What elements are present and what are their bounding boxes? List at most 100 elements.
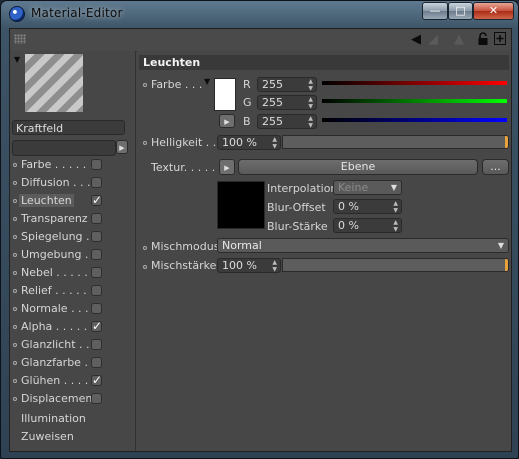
channel-checkbox[interactable] bbox=[91, 267, 102, 278]
mix-mode-dropdown[interactable]: Normal ▼ bbox=[217, 238, 509, 253]
channel-item[interactable]: Relief . . . . . . bbox=[11, 283, 105, 299]
toolbar: ◀ ◢ ▲ bbox=[10, 29, 511, 52]
spinner-icon[interactable]: ▲ ▼ bbox=[272, 136, 277, 150]
channel-item[interactable]: Leuchten ✓ bbox=[11, 193, 105, 209]
material-search-field[interactable] bbox=[12, 140, 116, 156]
blur-offset-value: 0 % bbox=[338, 200, 359, 213]
channel-label: Alpha . . . . . . bbox=[21, 320, 95, 333]
channel-anim-dot[interactable] bbox=[13, 379, 17, 383]
channel-item[interactable]: Glanzfarbe . . bbox=[11, 355, 105, 371]
channel-anim-dot[interactable] bbox=[13, 325, 17, 329]
editor-client-area: ◀ ◢ ▲ ▼ Kraftfeld ▶ Farbe . . . . . . Dif… bbox=[9, 28, 512, 452]
channel-anim-dot[interactable] bbox=[13, 307, 17, 311]
color-swatch[interactable] bbox=[214, 78, 236, 111]
channel-anim-dot[interactable] bbox=[13, 361, 17, 365]
color-menu-icon[interactable]: ▼ bbox=[204, 77, 210, 86]
brightness-slider[interactable] bbox=[282, 135, 509, 149]
expand-arrow-icon[interactable]: ▶ bbox=[116, 140, 128, 154]
channel-anim-dot[interactable] bbox=[13, 199, 17, 203]
texture-more-button[interactable]: ... bbox=[482, 159, 509, 175]
mix-mode-anim-dot[interactable] bbox=[143, 246, 147, 250]
material-preview[interactable] bbox=[25, 54, 83, 112]
channel-label: Leuchten bbox=[19, 194, 74, 207]
mix-strength-slider[interactable] bbox=[282, 258, 509, 272]
spinner-icon[interactable]: ▲ ▼ bbox=[308, 96, 313, 110]
channel-checkbox[interactable]: ✓ bbox=[91, 320, 102, 332]
spinner-icon[interactable]: ▲ ▼ bbox=[272, 259, 277, 273]
channel-item[interactable]: Normale . . . . bbox=[11, 301, 105, 317]
maximize-button[interactable]: □ bbox=[448, 2, 473, 20]
channel-checkbox[interactable] bbox=[91, 249, 102, 260]
channel-anim-dot[interactable] bbox=[13, 181, 17, 185]
new-window-icon[interactable] bbox=[494, 32, 506, 48]
channel-checkbox[interactable] bbox=[91, 393, 102, 404]
channel-checkbox[interactable] bbox=[91, 339, 102, 350]
channel-item[interactable]: Nebel . . . . . . bbox=[11, 265, 105, 281]
material-name-field[interactable]: Kraftfeld bbox=[12, 120, 125, 135]
toolbar-grip-icon[interactable] bbox=[14, 34, 26, 44]
channel-anim-dot[interactable] bbox=[13, 289, 17, 293]
channel-checkbox[interactable] bbox=[91, 159, 102, 170]
channel-item[interactable]: Glanzlicht . . . bbox=[11, 337, 105, 353]
mix-strength-anim-dot[interactable] bbox=[143, 265, 147, 269]
channel-item[interactable]: Transparenz bbox=[11, 211, 105, 227]
r-gradient-slider[interactable] bbox=[322, 81, 507, 85]
channel-item[interactable]: Spiegelung . . bbox=[11, 229, 105, 245]
channel-checkbox[interactable] bbox=[91, 213, 102, 224]
channel-checkbox[interactable] bbox=[91, 177, 102, 188]
mix-strength-field[interactable]: 100 % ▲ ▼ bbox=[217, 258, 281, 273]
forward-arrow-icon[interactable]: ◢ bbox=[428, 32, 438, 48]
blur-strength-field[interactable]: 0 % ▲ ▼ bbox=[333, 218, 402, 233]
minimize-button[interactable]: — bbox=[422, 2, 448, 20]
brightness-field[interactable]: 100 % ▲ ▼ bbox=[217, 135, 281, 150]
channel-anim-dot[interactable] bbox=[13, 343, 17, 347]
texture-arrow-icon[interactable]: ▶ bbox=[219, 159, 235, 175]
spinner-icon[interactable]: ▲ ▼ bbox=[308, 115, 313, 129]
mix-strength-slider-fill bbox=[505, 259, 508, 271]
mix-mode-value: Normal bbox=[222, 239, 262, 252]
channel-anim-dot[interactable] bbox=[13, 271, 17, 275]
back-arrow-icon[interactable]: ◀ bbox=[411, 32, 421, 48]
r-label: R bbox=[243, 78, 251, 91]
spinner-icon[interactable]: ▲ ▼ bbox=[393, 200, 398, 214]
channel-checkbox[interactable] bbox=[91, 303, 102, 314]
channel-item[interactable]: Farbe . . . . . . bbox=[11, 157, 105, 173]
lock-icon[interactable] bbox=[477, 32, 489, 48]
channel-checkbox[interactable] bbox=[91, 231, 102, 242]
color-expand-arrow-icon[interactable]: ▶ bbox=[219, 114, 235, 128]
color-anim-dot[interactable] bbox=[143, 83, 147, 87]
channel-anim-dot[interactable] bbox=[13, 235, 17, 239]
preview-menu-icon[interactable]: ▼ bbox=[14, 55, 20, 64]
g-gradient-slider[interactable] bbox=[322, 99, 507, 103]
spinner-icon[interactable]: ▲ ▼ bbox=[393, 219, 398, 233]
interpolation-dropdown[interactable]: Keine ▼ bbox=[333, 180, 402, 195]
blur-offset-field[interactable]: 0 % ▲ ▼ bbox=[333, 199, 402, 214]
b-gradient-slider[interactable] bbox=[322, 118, 507, 122]
close-button[interactable]: ✕ bbox=[473, 2, 514, 20]
channel-checkbox[interactable] bbox=[91, 357, 102, 368]
illumination-item[interactable]: Illumination bbox=[21, 412, 86, 425]
channel-anim-dot[interactable] bbox=[13, 397, 17, 401]
channel-item[interactable]: Umgebung . . bbox=[11, 247, 105, 263]
channel-item[interactable]: Diffusion . . . . bbox=[11, 175, 105, 191]
g-value-field[interactable]: 255 ▲ ▼ bbox=[257, 95, 317, 110]
channel-anim-dot[interactable] bbox=[13, 253, 17, 257]
channel-anim-dot[interactable] bbox=[13, 217, 17, 221]
channel-item[interactable]: Glühen . . . . . ✓ bbox=[11, 373, 105, 389]
b-value-field[interactable]: 255 ▲ ▼ bbox=[257, 114, 317, 129]
channel-item[interactable]: Displacement bbox=[11, 391, 105, 407]
texture-layer-button[interactable]: Ebene bbox=[238, 159, 478, 175]
title-bar[interactable]: Material-Editor — □ ✕ bbox=[1, 1, 518, 28]
brightness-anim-dot[interactable] bbox=[143, 141, 147, 145]
spinner-icon[interactable]: ▲ ▼ bbox=[308, 78, 313, 92]
r-value-field[interactable]: 255 ▲ ▼ bbox=[257, 77, 317, 92]
channel-checkbox[interactable]: ✓ bbox=[91, 374, 102, 386]
assign-item[interactable]: Zuweisen bbox=[21, 430, 74, 443]
channel-checkbox[interactable]: ✓ bbox=[91, 194, 102, 206]
channel-checkbox[interactable] bbox=[91, 285, 102, 296]
texture-preview bbox=[217, 181, 265, 229]
up-arrow-icon[interactable]: ▲ bbox=[454, 32, 464, 48]
section-title: Leuchten bbox=[139, 55, 509, 70]
channel-item[interactable]: Alpha . . . . . . ✓ bbox=[11, 319, 105, 335]
channel-anim-dot[interactable] bbox=[13, 163, 17, 167]
